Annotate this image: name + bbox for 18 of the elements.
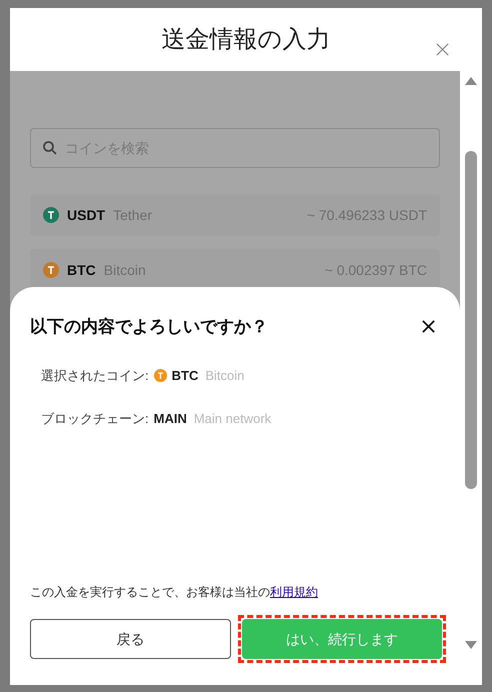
back-button[interactable]: 戻る [30, 619, 230, 659]
coin-symbol: BTC [67, 260, 96, 280]
close-icon[interactable] [421, 319, 436, 334]
detail-name: Bitcoin [205, 366, 244, 384]
coin-symbol: USDT [67, 206, 106, 224]
detail-code: BTC [172, 366, 198, 384]
terms-link[interactable]: 利用規約 [270, 585, 318, 599]
detail-code: MAIN [154, 410, 187, 428]
detail-label: 選択されたコイン: [41, 366, 149, 384]
dialog-title: 送金情報の入力 [162, 24, 330, 54]
sheet-title: 以下の内容でよろしいですか？ [30, 316, 268, 338]
detail-label: ブロックチェーン: [41, 410, 149, 428]
scrollbar-thumb[interactable] [465, 151, 477, 489]
scroll-down-icon[interactable] [465, 641, 477, 649]
search-icon [42, 140, 58, 156]
scroll-up-icon[interactable] [465, 77, 477, 85]
detail-name: Main network [194, 410, 272, 428]
terms-text: この入金を実行することで、お客様は当社の利用規約 [30, 584, 319, 601]
